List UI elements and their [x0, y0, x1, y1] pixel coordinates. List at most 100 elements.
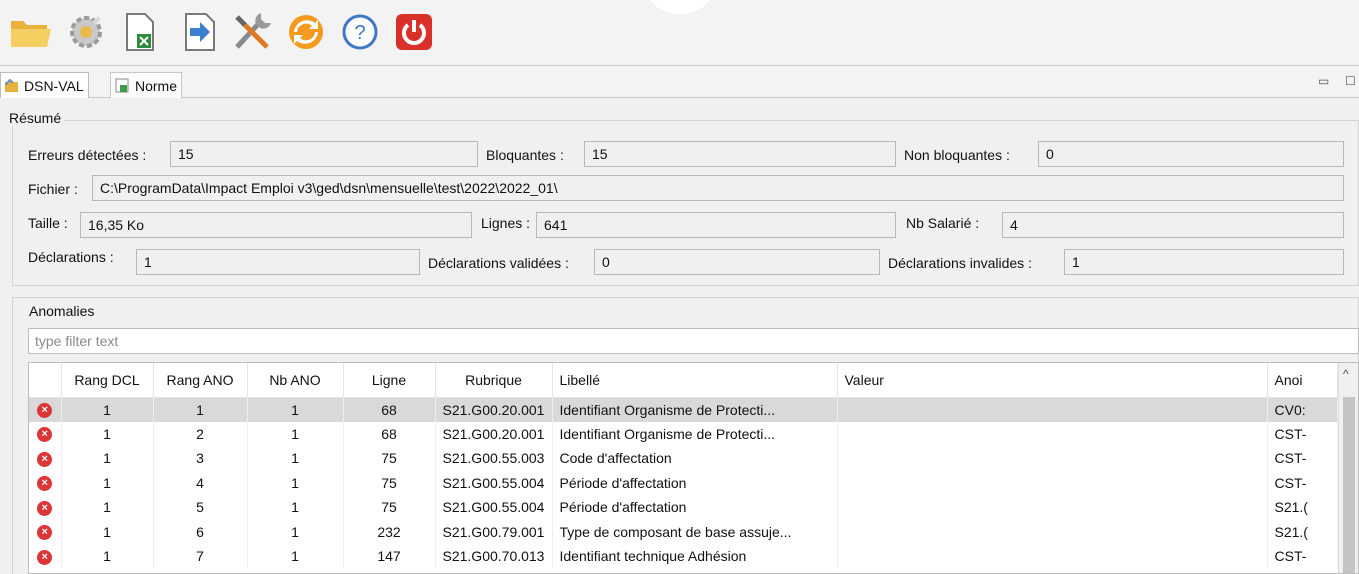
rubrique-cell: S21.G00.55.004 — [435, 495, 553, 520]
error-icon: × — [37, 525, 53, 541]
nb-ano-cell: 1 — [247, 397, 344, 422]
rang-dcl-cell: 1 — [61, 544, 154, 569]
rubrique-cell: S21.G00.55.004 — [435, 470, 553, 495]
import-arrow-icon[interactable] — [176, 10, 220, 54]
help-icon[interactable]: ? — [338, 10, 382, 54]
rang-dcl-cell: 1 — [61, 495, 154, 520]
table-row[interactable]: × 1 6 1 232 S21.G00.79.001 Type de composant d… — [29, 519, 1338, 544]
scrollbar-thumb[interactable] — [1343, 397, 1355, 573]
maximize-button[interactable]: ☐ — [1345, 74, 1356, 88]
table-row[interactable]: × 1 2 1 68 S21.G00.20.001 Identifiant Organism… — [29, 421, 1338, 446]
declarations-invalides-label: Déclarations invalides : — [888, 255, 1032, 271]
export-excel-icon[interactable] — [118, 10, 162, 54]
ligne-cell: 68 — [343, 421, 436, 446]
error-icon: × — [37, 402, 53, 418]
declarations-label: Déclarations : — [28, 249, 114, 265]
tools-icon[interactable] — [230, 10, 274, 54]
valeur-cell — [837, 470, 1268, 495]
valeur-cell — [837, 519, 1268, 544]
table-row[interactable]: × 1 4 1 75 S21.G00.55.004 Période d'affectatio… — [29, 470, 1338, 495]
column-header-libelle[interactable]: Libellé — [552, 363, 838, 398]
error-icon: × — [37, 427, 53, 443]
minimize-button[interactable]: ▭ — [1318, 74, 1329, 88]
rubrique-cell: S21.G00.70.013 — [435, 544, 553, 569]
dsn-val-tab-icon — [5, 78, 18, 92]
nb-ano-cell: 1 — [247, 421, 344, 446]
rang-ano-cell: 7 — [153, 544, 248, 569]
nb-ano-cell: 1 — [247, 495, 344, 520]
main-toolbar: ? — [0, 0, 1359, 66]
libelle-cell: Identifiant Organisme de Protecti... — [552, 421, 838, 446]
filter-input[interactable] — [28, 328, 1359, 354]
rang-ano-cell: 3 — [153, 446, 248, 471]
ligne-cell: 75 — [343, 446, 436, 471]
rang-ano-cell: 1 — [153, 397, 248, 422]
bloquantes-label: Bloquantes : — [486, 147, 564, 163]
refresh-icon[interactable] — [284, 10, 328, 54]
nb-ano-cell: 1 — [247, 446, 344, 471]
declarations-validees-field: 0 — [594, 249, 880, 275]
column-header-nb-ano[interactable]: Nb ANO — [247, 363, 344, 398]
valeur-cell — [837, 544, 1268, 569]
declarations-validees-label: Déclarations validées : — [428, 255, 569, 271]
libelle-cell: Code d'affectation — [552, 446, 838, 471]
open-folder-icon[interactable] — [8, 10, 52, 54]
libelle-cell: Identifiant technique Adhésion — [552, 544, 838, 569]
anomalie-cell: S21.( — [1267, 495, 1338, 520]
column-header-rang-ano[interactable]: Rang ANO — [153, 363, 248, 398]
rubrique-cell: S21.G00.55.003 — [435, 446, 553, 471]
table-row[interactable]: × 1 1 1 68 S21.G00.20.001 Identifiant Organism… — [29, 397, 1338, 422]
column-header-rang-dcl[interactable]: Rang DCL — [61, 363, 154, 398]
column-header-status[interactable] — [29, 363, 62, 398]
declarations-field: 1 — [136, 249, 420, 275]
tab-dsn-val[interactable]: DSN-VAL — [0, 72, 89, 98]
ligne-cell: 75 — [343, 470, 436, 495]
table-row[interactable]: × 1 7 1 147 S21.G00.70.013 Identifiant techniq… — [29, 544, 1338, 569]
libelle-cell: Période d'affectation — [552, 495, 838, 520]
rang-dcl-cell: 1 — [61, 397, 154, 422]
table-row[interactable]: × 1 5 1 75 S21.G00.55.004 Période d'affectatio… — [29, 495, 1338, 520]
ligne-cell: 75 — [343, 495, 436, 520]
lignes-field: 641 — [536, 212, 896, 238]
rang-ano-cell: 6 — [153, 519, 248, 544]
rang-dcl-cell: 1 — [61, 446, 154, 471]
scroll-up-arrow-icon[interactable]: ^ — [1343, 367, 1349, 381]
libelle-cell: Type de composant de base assuje... — [552, 519, 838, 544]
power-icon[interactable] — [392, 10, 436, 54]
valeur-cell — [837, 495, 1268, 520]
status-cell: × — [29, 544, 62, 569]
table-row[interactable]: × 1 3 1 75 S21.G00.55.003 Code d'affectation CS… — [29, 446, 1338, 471]
valeur-cell — [837, 421, 1268, 446]
anomalie-cell: CST- — [1267, 446, 1338, 471]
anomalie-cell: CST- — [1267, 544, 1338, 569]
non-bloquantes-field: 0 — [1038, 141, 1344, 167]
column-header-valeur[interactable]: Valeur — [837, 363, 1268, 398]
table-header-row: Rang DCL Rang ANO Nb ANO Ligne Rubrique … — [29, 363, 1338, 398]
tab-norme-label: Norme — [135, 77, 178, 94]
erreurs-field: 15 — [170, 141, 478, 167]
ligne-cell: 232 — [343, 519, 436, 544]
non-bloquantes-label: Non bloquantes : — [904, 147, 1010, 163]
rang-dcl-cell: 1 — [61, 470, 154, 495]
error-icon: × — [37, 451, 53, 467]
tab-bar: DSN-VAL Norme — [0, 66, 1359, 98]
status-cell: × — [29, 446, 62, 471]
status-cell: × — [29, 470, 62, 495]
nb-salarie-field: 4 — [1002, 212, 1344, 238]
column-header-ligne[interactable]: Ligne — [343, 363, 436, 398]
column-header-anomalie[interactable]: Anoi — [1267, 363, 1338, 398]
column-header-rubrique[interactable]: Rubrique — [435, 363, 553, 398]
norme-tab-icon — [115, 78, 129, 93]
anomalie-cell: CV0: — [1267, 397, 1338, 422]
status-cell: × — [29, 421, 62, 446]
vertical-scrollbar[interactable]: ^ — [1338, 363, 1358, 573]
rang-dcl-cell: 1 — [61, 421, 154, 446]
nb-ano-cell: 1 — [247, 519, 344, 544]
valeur-cell — [837, 446, 1268, 471]
settings-gear-icon[interactable] — [64, 10, 108, 54]
rang-ano-cell: 4 — [153, 470, 248, 495]
tab-dsn-val-label: DSN-VAL — [24, 77, 84, 94]
rubrique-cell: S21.G00.20.001 — [435, 421, 553, 446]
nb-ano-cell: 1 — [247, 470, 344, 495]
tab-norme[interactable]: Norme — [110, 72, 183, 98]
